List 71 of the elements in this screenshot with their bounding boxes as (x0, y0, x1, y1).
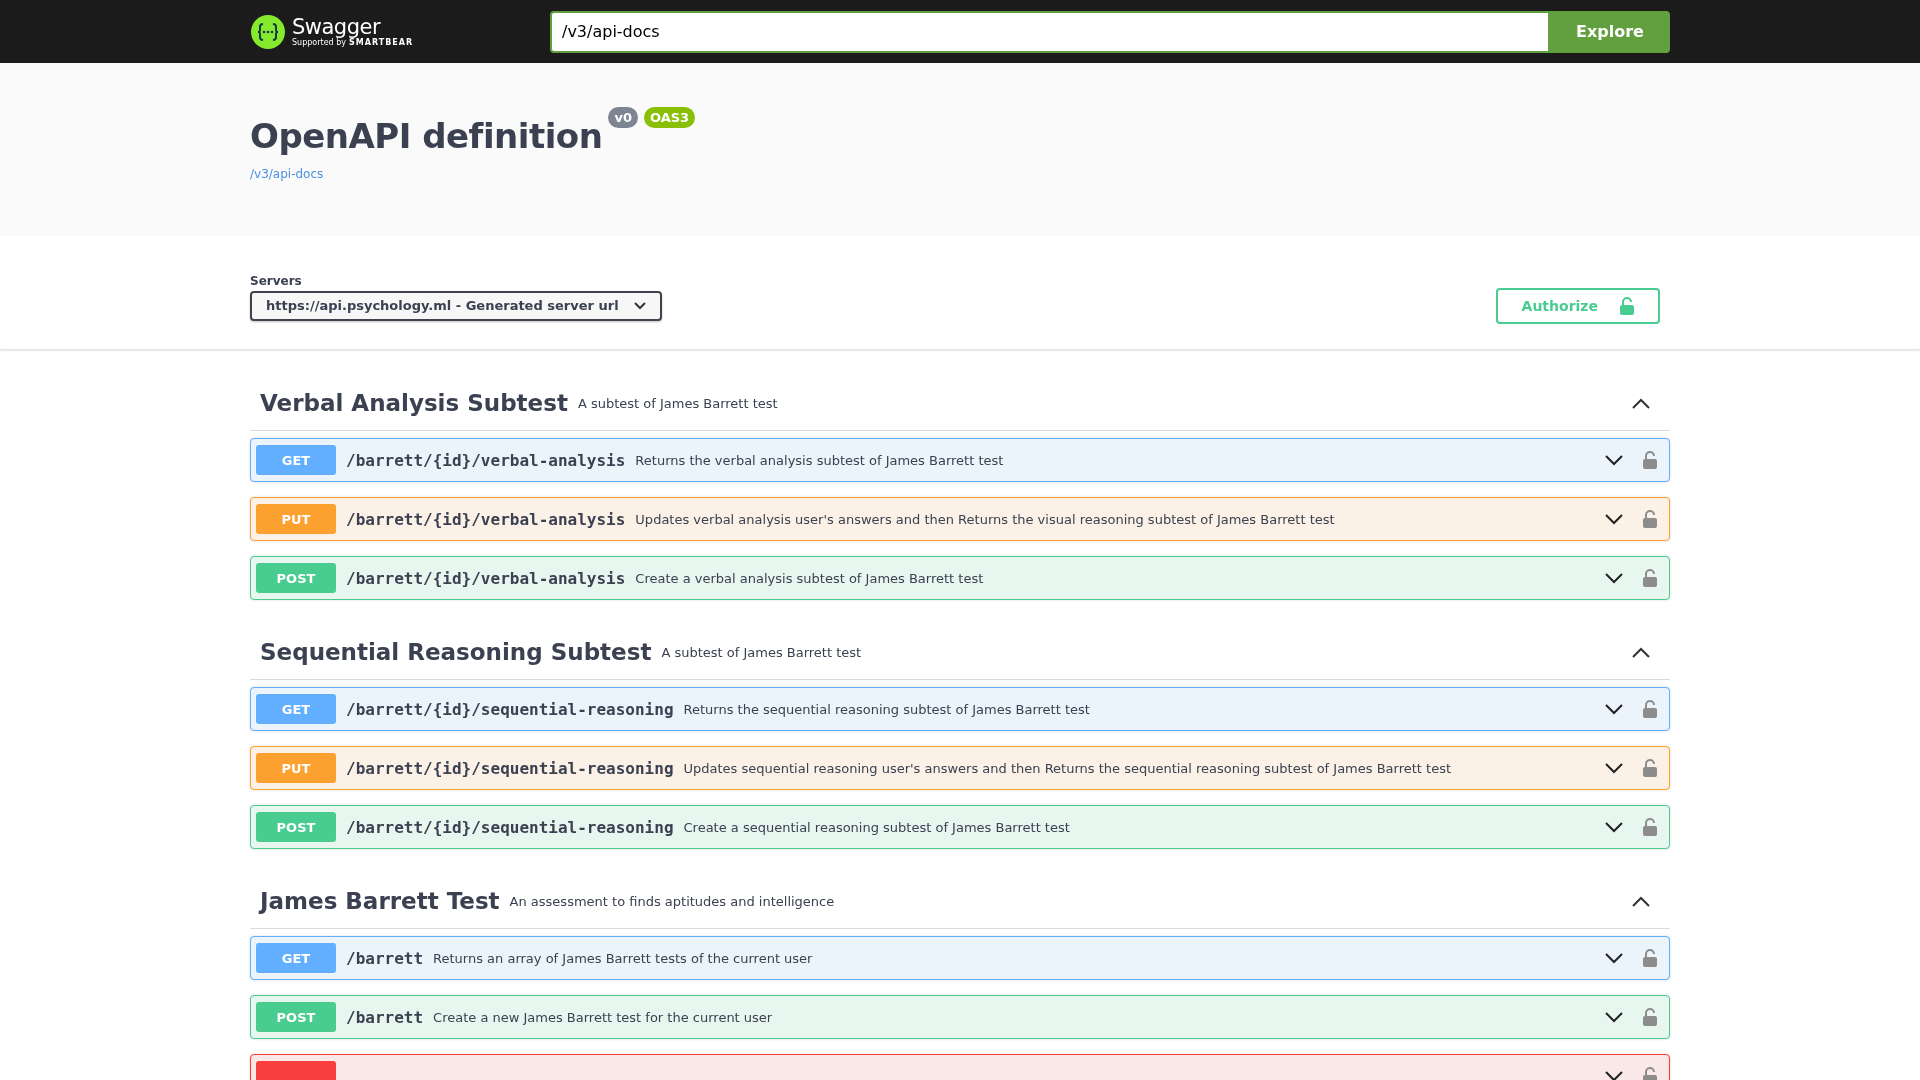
operation-path: /barrett/{id}/verbal-analysis (346, 509, 626, 529)
chevron-down-icon[interactable] (1605, 1011, 1623, 1023)
method-badge: PUT (256, 753, 336, 783)
chevron-down-icon[interactable] (1605, 821, 1623, 833)
operation-path: /barrett (346, 948, 424, 968)
operation-row[interactable]: GET /barrett/{id}/verbal-analysis Returns the verbal analysis subtest of James Barrett test (250, 438, 1670, 482)
operation-summary: Create a sequential reasoning subtest of James Barrett test (683, 819, 1070, 835)
tag-description: An assessment to finds aptitudes and intelligence (509, 893, 835, 909)
operation-summary: Updates sequential reasoning user's answers and then Returns the sequential reasoning subtest of James Barrett test (683, 760, 1452, 776)
swagger-logo-icon (250, 13, 286, 50)
operation-row[interactable]: POST /barrett Create a new James Barrett test for the current user (250, 995, 1670, 1039)
operation-row[interactable]: GET /barrett Returns an array of James Barrett tests of the current user (250, 936, 1670, 980)
method-badge: PUT (256, 504, 336, 534)
operation-path: /barrett/{id}/verbal-analysis (346, 450, 626, 470)
logo-brand: SMARTBEAR (349, 38, 414, 47)
chevron-down-icon[interactable] (1605, 703, 1623, 715)
version-badge: v0 (608, 107, 638, 128)
logo-text: Swagger (292, 16, 381, 38)
tag-title[interactable]: James Barrett Test (260, 888, 500, 914)
operation-path: /barrett/{id}/sequential-reasoning (346, 758, 674, 778)
operation-summary: Updates verbal analysis user's answers and then Returns the visual reasoning subtest of James Barrett test (635, 511, 1335, 527)
api-title: OpenAPI definition (250, 115, 603, 157)
spec-badge: OAS3 (643, 107, 696, 128)
server-select[interactable]: https://api.psychology.ml - Generated server url (250, 290, 662, 321)
operation-row[interactable]: POST /barrett/{id}/verbal-analysis Create a verbal analysis subtest of James Barrett test (250, 556, 1670, 600)
operation-summary: Returns the verbal analysis subtest of James Barrett test (635, 452, 1004, 468)
operation-row[interactable]: GET /barrett/{id}/sequential-reasoning Returns the sequential reasoning subtest of James Barrett test (250, 687, 1670, 731)
operation-row[interactable]: PUT /barrett/{id}/sequential-reasoning Updates sequential reasoning user's answers and then Returns the sequential reasoning subtest of James Barrett test (250, 746, 1670, 790)
chevron-down-icon[interactable] (1605, 572, 1623, 584)
unlocked-padlock-icon[interactable] (1643, 1067, 1657, 1080)
method-badge: GET (256, 943, 336, 973)
tag-description: A subtest of James Barrett test (577, 395, 778, 411)
tag-title[interactable]: Sequential Reasoning Subtest (260, 639, 652, 665)
unlocked-padlock-icon[interactable] (1643, 759, 1657, 777)
chevron-down-icon[interactable] (1605, 454, 1623, 466)
chevron-down-icon[interactable] (1605, 513, 1623, 525)
unlocked-padlock-icon[interactable] (1643, 451, 1657, 469)
chevron-up-icon[interactable] (1632, 646, 1650, 658)
chevron-down-icon (634, 301, 646, 310)
operation-row[interactable]: POST /barrett/{id}/sequential-reasoning Create a sequential reasoning subtest of James Barrett test (250, 805, 1670, 849)
method-badge: GET (256, 445, 336, 475)
logo-subtext: Supported by (292, 38, 346, 47)
operation-path: /barrett/{id}/sequential-reasoning (346, 699, 674, 719)
operation-summary: Returns an array of James Barrett tests of the current user (433, 950, 813, 966)
unlocked-padlock-icon[interactable] (1643, 700, 1657, 718)
operation-path: /barrett/{id}/sequential-reasoning (346, 817, 674, 837)
url-field[interactable]: /v3/api-docs (550, 10, 1550, 53)
operation-summary: Returns the sequential reasoning subtest of James Barrett test (683, 701, 1090, 717)
chevron-down-icon[interactable] (1605, 1070, 1623, 1080)
tag-description: A subtest of James Barrett test (661, 644, 862, 660)
chevron-up-icon[interactable] (1632, 895, 1650, 907)
operation-summary: Create a new James Barrett test for the current user (433, 1009, 773, 1025)
unlocked-padlock-icon (1620, 297, 1634, 315)
method-badge: POST (256, 812, 336, 842)
operation-path: /barrett/{id}/verbal-analysis (346, 568, 626, 588)
chevron-down-icon[interactable] (1605, 952, 1623, 964)
unlocked-padlock-icon[interactable] (1643, 569, 1657, 587)
tag-title[interactable]: Verbal Analysis Subtest (260, 390, 568, 416)
method-badge: GET (256, 694, 336, 724)
chevron-up-icon[interactable] (1632, 397, 1650, 409)
operation-row[interactable]: PUT /barrett/{id}/verbal-analysis Updates verbal analysis user's answers and then Returns the visual reasoning subtest of James Barrett test (250, 497, 1670, 541)
servers-label: Servers (250, 273, 303, 288)
method-badge: POST (256, 563, 336, 593)
method-badge: POST (256, 1002, 336, 1032)
unlocked-padlock-icon[interactable] (1643, 818, 1657, 836)
operation-path: /barrett (346, 1007, 424, 1027)
unlocked-padlock-icon[interactable] (1643, 1008, 1657, 1026)
unlocked-padlock-icon[interactable] (1643, 949, 1657, 967)
operation-summary: Create a verbal analysis subtest of James Barrett test (635, 570, 984, 586)
unlocked-padlock-icon[interactable] (1643, 510, 1657, 528)
chevron-down-icon[interactable] (1605, 762, 1623, 774)
